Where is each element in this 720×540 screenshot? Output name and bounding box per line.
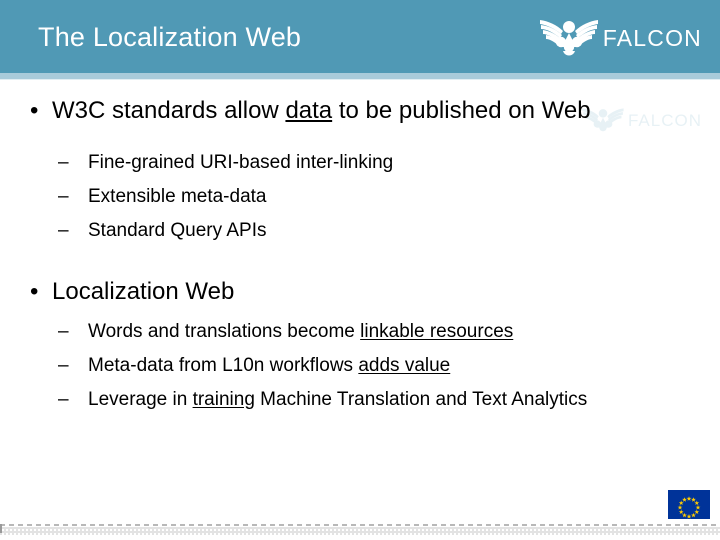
sub-bullet-text-seg-underlined: adds value — [358, 355, 451, 376]
falcon-logo: FALCON — [538, 14, 702, 60]
bullet-level2: – Words and translations become linkable … — [0, 318, 720, 345]
falcon-bird-icon — [539, 20, 598, 56]
bullet-marker: • — [30, 278, 39, 305]
bullet-level2: – Meta-data from L10n workflows adds valu… — [0, 352, 720, 379]
bullet-group-2: • Localization Web – Words and translation… — [0, 276, 720, 413]
sub-bullet-marker: – — [58, 186, 69, 207]
bullet-level1: • W3C standards allow data to be publishe… — [0, 95, 720, 127]
bottom-divider-texture — [0, 527, 720, 535]
sub-bullet-text-seg: Extensible meta-data — [88, 186, 267, 207]
sub-bullet-text-seg-underlined: training — [192, 389, 255, 410]
bullet-level2: – Leverage in training Machine Translatio… — [0, 386, 720, 413]
bullet-level2: – Fine-grained URI-based inter-linking — [0, 149, 720, 176]
bullet-text-seg-underlined: data — [285, 97, 333, 124]
eu-flag — [668, 490, 710, 519]
sub-bullet-marker: – — [58, 355, 69, 376]
bullet-text-seg: Localization Web — [52, 278, 235, 305]
sub-bullet-marker: – — [58, 152, 69, 173]
bullet-text-seg: W3C standards allow — [52, 97, 286, 124]
bullet-text-seg: to be published on Web — [332, 97, 591, 124]
slide: The Localization Web FALCON FALCON • W3C… — [0, 0, 720, 540]
sub-bullet-text-seg: Words and translations become — [88, 321, 361, 342]
header-underline-shadow — [0, 79, 720, 80]
sub-bullet-text-seg: Standard Query APIs — [88, 220, 267, 241]
sub-bullet-marker: – — [58, 389, 69, 410]
sub-bullet-text-seg: Machine Translation and Text Analytics — [254, 389, 588, 410]
sub-bullet-text-seg: Meta-data from L10n workflows — [88, 355, 359, 376]
bullet-group-1: • W3C standards allow data to be publishe… — [0, 95, 720, 244]
sub-bullet-text-seg-underlined: linkable resources — [360, 321, 514, 342]
sub-bullet-text-seg: Fine-grained URI-based inter-linking — [88, 152, 394, 173]
bottom-divider-tick — [0, 524, 2, 533]
sub-bullet-text-seg: Leverage in — [88, 389, 193, 410]
falcon-wordmark: FALCON — [602, 24, 702, 51]
bullet-level1: • Localization Web — [0, 276, 720, 308]
bullet-level2: – Standard Query APIs — [0, 217, 720, 244]
bullet-marker: • — [30, 97, 39, 124]
page-title: The Localization Web — [38, 22, 302, 52]
sub-bullet-marker: – — [58, 321, 69, 342]
bullet-level2: – Extensible meta-data — [0, 183, 720, 210]
slide-body: • W3C standards allow data to be publishe… — [0, 95, 720, 413]
sub-bullet-marker: – — [58, 220, 69, 241]
